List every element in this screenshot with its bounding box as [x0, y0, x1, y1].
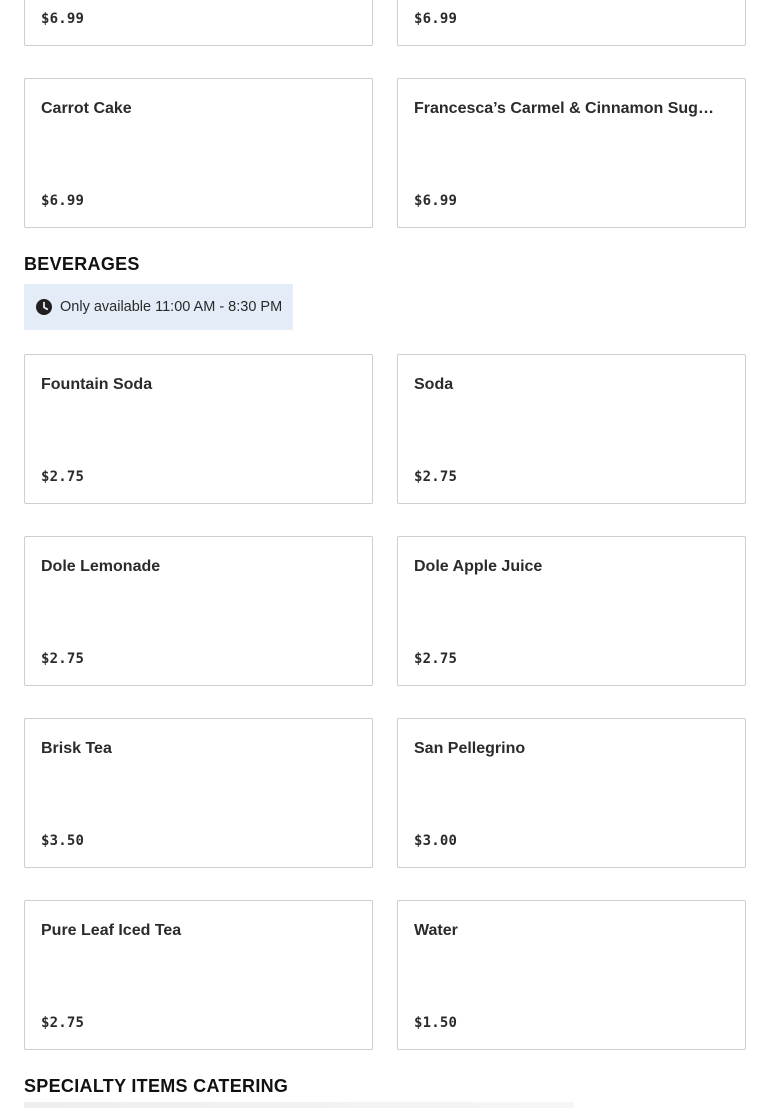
item-name: Brisk Tea: [41, 740, 112, 757]
item-name: Fountain Soda: [41, 376, 153, 393]
section-title-specialty: SPECIALTY ITEMS CATERING: [24, 1076, 289, 1096]
section-title-beverages: BEVERAGES: [24, 254, 140, 274]
item-price: $6.99: [414, 11, 458, 27]
top-partial-grid: $6.99 $6.99: [24, 0, 746, 46]
item-price: $1.50: [414, 1015, 458, 1031]
section-description-placeholder: [24, 1102, 574, 1108]
availability-notice: Only available 11:00 AM - 8:30 PM: [24, 284, 293, 330]
item-price: $2.75: [41, 469, 85, 485]
menu-item-card[interactable]: Soda $2.75: [397, 354, 746, 504]
item-price: $2.75: [414, 469, 458, 485]
beverages-grid: Fountain Soda $2.75 Soda $2.75 Dole Lemo…: [24, 354, 746, 1050]
menu-item-card[interactable]: $6.99: [24, 0, 373, 46]
item-name: Soda: [414, 376, 454, 393]
item-name: Pure Leaf Iced Tea: [41, 922, 182, 939]
menu-item-card[interactable]: Francesca’s Carmel & Cinnamon Sugar… $6.…: [397, 78, 746, 228]
menu-page: $6.99 $6.99 Carrot Cake $6.99 Francesca’…: [0, 0, 770, 1108]
menu-item-card[interactable]: Water $1.50: [397, 900, 746, 1050]
clock-icon: [36, 299, 52, 315]
menu-item-card[interactable]: Brisk Tea $3.50: [24, 718, 373, 868]
availability-text: Only available 11:00 AM - 8:30 PM: [60, 299, 283, 315]
menu-item-card[interactable]: Carrot Cake $6.99: [24, 78, 373, 228]
item-price: $2.75: [414, 651, 458, 667]
menu-item-card[interactable]: Pure Leaf Iced Tea $2.75: [24, 900, 373, 1050]
item-name: Water: [414, 922, 458, 939]
item-price: $6.99: [414, 193, 458, 209]
item-price: $6.99: [41, 193, 85, 209]
item-name: Francesca’s Carmel & Cinnamon Sugar…: [414, 100, 714, 117]
item-price: $3.00: [414, 833, 458, 849]
desserts-grid: Carrot Cake $6.99 Francesca’s Carmel & C…: [24, 78, 746, 228]
menu-item-card[interactable]: Fountain Soda $2.75: [24, 354, 373, 504]
item-name: Dole Apple Juice: [414, 558, 543, 575]
item-name: Carrot Cake: [41, 100, 132, 117]
item-name: San Pellegrino: [414, 740, 526, 757]
item-price: $2.75: [41, 651, 85, 667]
item-name: Dole Lemonade: [41, 558, 161, 575]
item-price: $3.50: [41, 833, 85, 849]
item-price: $6.99: [41, 11, 85, 27]
menu-item-card[interactable]: Dole Lemonade $2.75: [24, 536, 373, 686]
menu-item-card[interactable]: Dole Apple Juice $2.75: [397, 536, 746, 686]
menu-item-card[interactable]: San Pellegrino $3.00: [397, 718, 746, 868]
item-price: $2.75: [41, 1015, 85, 1031]
menu-item-card[interactable]: $6.99: [397, 0, 746, 46]
